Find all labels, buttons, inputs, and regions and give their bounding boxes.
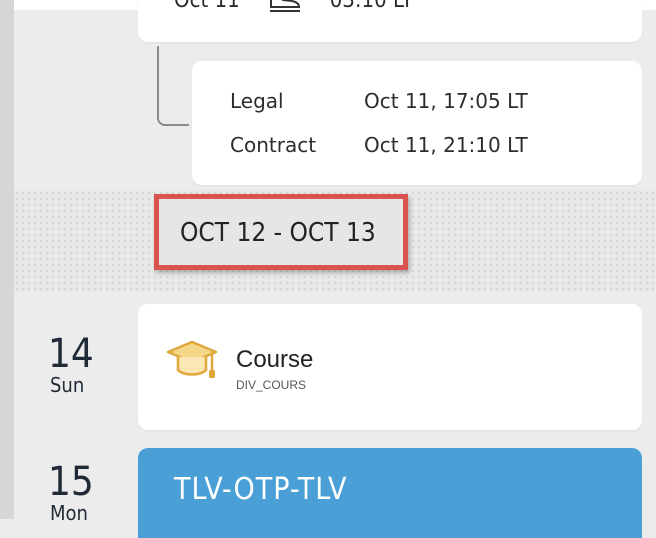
day-header-15: 15 Mon (48, 462, 138, 524)
course-code: DIV_COURS (236, 378, 307, 392)
course-card[interactable]: Course DIV_COURS (138, 304, 642, 430)
contract-value: Oct 11, 21:10 LT (364, 133, 528, 157)
date-range-label: OCT 12 - OCT 13 (180, 218, 376, 248)
contract-label: Contract (230, 133, 317, 157)
day-number: 15 (48, 459, 94, 505)
flight-route: TLV-OTP-TLV (174, 472, 348, 507)
legal-label: Legal (230, 89, 284, 113)
legal-value: Oct 11, 17:05 LT (364, 89, 528, 113)
previous-duty-date: Oct 11 (174, 0, 240, 13)
reporting-times-card: Legal Oct 11, 17:05 LT Contract Oct 11, 21… (192, 61, 642, 185)
tree-connector (157, 46, 189, 126)
previous-duty-time: 03:10 LT (329, 0, 414, 13)
contract-time-row: Contract Oct 11, 21:10 LT (230, 133, 528, 157)
day-weekday: Mon (50, 501, 88, 525)
previous-duty-row: Oct 11 03:10 LT (174, 0, 413, 20)
day-header-14: 14 Sun (48, 334, 138, 396)
sneaker-icon (268, 0, 302, 13)
flight-pairing-card[interactable]: TLV-OTP-TLV (138, 448, 642, 538)
legal-time-row: Legal Oct 11, 17:05 LT (230, 89, 528, 113)
graduation-cap-icon (164, 334, 220, 394)
left-gutter (0, 0, 14, 519)
course-title: Course (236, 346, 314, 373)
previous-duty-card[interactable]: Oct 11 03:10 LT (138, 0, 642, 42)
day-number: 14 (48, 331, 94, 377)
day-weekday: Sun (50, 373, 85, 397)
